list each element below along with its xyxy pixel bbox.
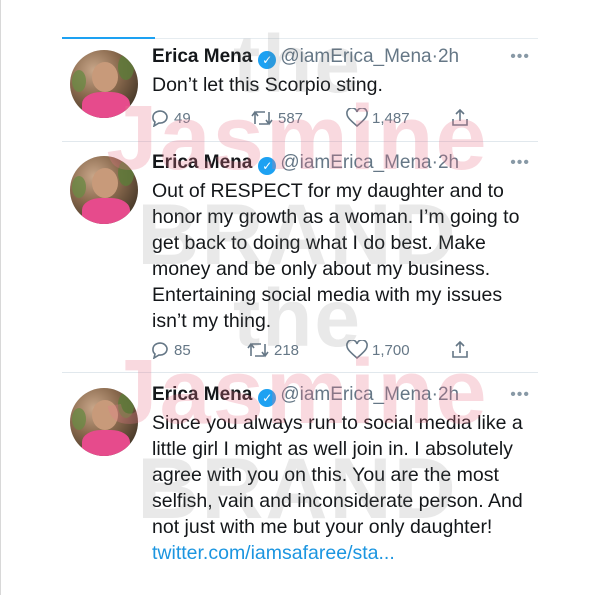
verified-badge-icon: ✓ <box>258 51 277 69</box>
tweet-1[interactable]: Erica Mena ✓ @iamErica_Mena·2h ••• Don’t l… <box>62 46 538 136</box>
retweet-button[interactable]: 587 <box>250 106 303 130</box>
timestamp[interactable]: 2h <box>438 46 459 67</box>
top-rule <box>155 38 538 39</box>
display-name[interactable]: Erica Mena <box>152 46 252 67</box>
reply-button[interactable]: 85 <box>150 338 191 362</box>
timestamp[interactable]: 2h <box>438 152 459 173</box>
share-icon <box>452 340 468 358</box>
retweet-count: 587 <box>278 109 304 127</box>
tweet-divider <box>62 372 538 373</box>
tweet-divider <box>62 141 538 142</box>
tweet-3[interactable]: Erica Mena ✓ @iamErica_Mena·2h ••• Since y… <box>62 384 538 574</box>
tweet-link[interactable]: twitter.com/iamsafaree/sta... <box>152 542 395 564</box>
reply-count: 49 <box>174 109 191 127</box>
tweet-header: Erica Mena ✓ @iamErica_Mena·2h <box>152 152 459 175</box>
heart-icon <box>346 108 368 128</box>
retweet-icon <box>247 342 269 358</box>
reply-icon <box>152 342 168 359</box>
avatar[interactable] <box>70 388 138 456</box>
avatar[interactable] <box>70 50 138 118</box>
display-name[interactable]: Erica Mena <box>152 384 252 405</box>
like-button[interactable]: 1,487 <box>346 106 410 130</box>
handle[interactable]: @iamErica_Mena <box>280 384 431 405</box>
handle[interactable]: @iamErica_Mena <box>280 152 431 173</box>
like-count: 1,487 <box>372 109 410 127</box>
like-button[interactable]: 1,700 <box>346 338 410 362</box>
retweet-icon <box>251 110 273 126</box>
more-options-icon[interactable]: ••• <box>510 386 530 404</box>
reply-count: 85 <box>174 341 191 359</box>
more-options-icon[interactable]: ••• <box>510 48 530 66</box>
share-button[interactable] <box>450 338 470 362</box>
tab-indicator <box>62 37 155 39</box>
handle[interactable]: @iamErica_Mena <box>280 46 431 67</box>
avatar[interactable] <box>70 156 138 224</box>
tweet-text: Out of RESPECT for my daughter and to ho… <box>152 180 520 332</box>
share-icon <box>452 108 468 126</box>
like-count: 1,700 <box>372 341 410 359</box>
tweet-header: Erica Mena ✓ @iamErica_Mena·2h <box>152 384 459 407</box>
tweet-text: Don’t let this Scorpio sting. <box>152 74 383 96</box>
verified-badge-icon: ✓ <box>258 389 277 407</box>
verified-badge-icon: ✓ <box>258 157 277 175</box>
tweet-text: Since you always run to social media lik… <box>152 412 523 538</box>
tweet-header: Erica Mena ✓ @iamErica_Mena·2h <box>152 46 459 69</box>
tweet-text-container: Since you always run to social media lik… <box>152 410 532 566</box>
reply-button[interactable]: 49 <box>150 106 191 130</box>
retweet-count: 218 <box>274 341 300 359</box>
tweet-actions: 85 218 1,700 <box>150 338 480 362</box>
reply-icon <box>152 110 168 127</box>
more-options-icon[interactable]: ••• <box>510 154 530 172</box>
heart-icon <box>346 340 368 360</box>
tweet-2[interactable]: Erica Mena ✓ @iamErica_Mena·2h ••• Out of … <box>62 152 538 364</box>
share-button[interactable] <box>450 106 470 130</box>
tweet-actions: 49 587 1,487 <box>150 106 480 130</box>
retweet-button[interactable]: 218 <box>246 338 299 362</box>
display-name[interactable]: Erica Mena <box>152 152 252 173</box>
timestamp[interactable]: 2h <box>438 384 459 405</box>
left-edge-line <box>0 0 1 595</box>
